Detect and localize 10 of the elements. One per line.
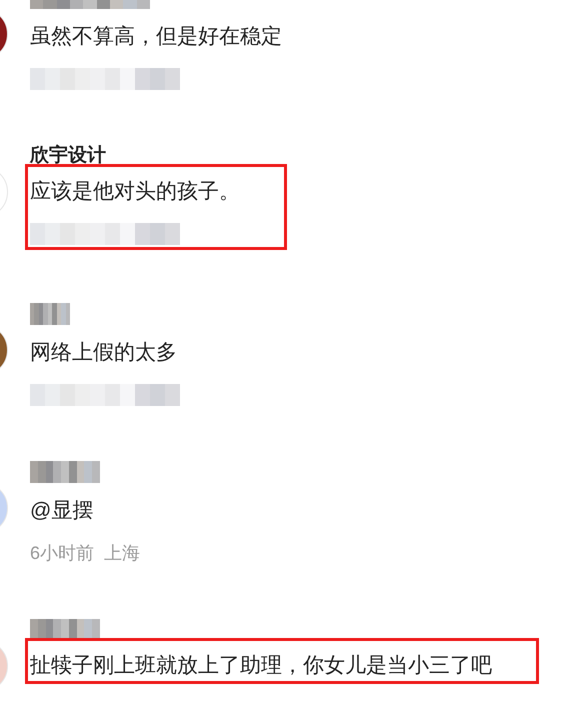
comment-text: 扯犊子刚上班就放上了助理，你女儿是当小三了吧 bbox=[30, 653, 492, 679]
comment-text: @显摆 bbox=[30, 498, 94, 524]
comment-time-location: 6小时前 上海 bbox=[30, 542, 140, 564]
pixelated-blur-drawing bbox=[30, 461, 100, 483]
pixelated-blur-drawing bbox=[30, 303, 70, 325]
comment-text: 应该是他对头的孩子。 bbox=[30, 179, 240, 205]
pixelated-blur-drawing bbox=[30, 619, 100, 641]
comment-text: 虽然不算高，但是好在稳定 bbox=[30, 24, 282, 50]
comment-text: 网络上假的太多 bbox=[30, 340, 178, 366]
commenter-name[interactable]: 欣宇设计 bbox=[30, 142, 287, 170]
